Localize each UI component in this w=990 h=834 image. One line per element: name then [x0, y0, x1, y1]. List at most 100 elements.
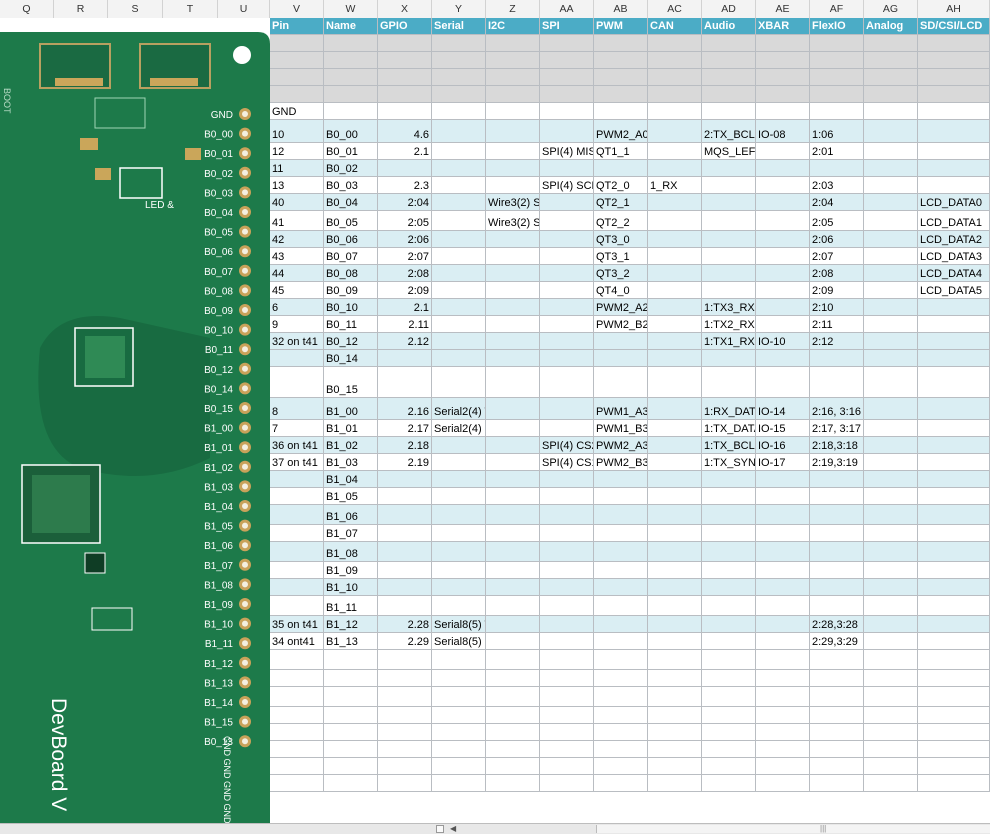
table-cell[interactable]: [486, 505, 540, 525]
table-cell[interactable]: QT2_1: [594, 194, 648, 211]
table-cell[interactable]: [594, 633, 648, 650]
table-cell[interactable]: [864, 52, 918, 69]
table-cell[interactable]: [594, 670, 648, 687]
table-cell[interactable]: [594, 724, 648, 741]
table-cell[interactable]: 2.16: [378, 398, 432, 420]
table-cell[interactable]: 2.28: [378, 616, 432, 633]
table-cell[interactable]: [270, 724, 324, 741]
table-cell[interactable]: 2.29: [378, 633, 432, 650]
table-cell[interactable]: [918, 177, 990, 194]
table-cell[interactable]: [864, 741, 918, 758]
table-cell[interactable]: [864, 525, 918, 542]
table-cell[interactable]: [378, 562, 432, 579]
table-cell[interactable]: [702, 579, 756, 596]
header-cell-analog[interactable]: Analog: [864, 18, 918, 35]
table-cell[interactable]: [540, 596, 594, 616]
table-cell[interactable]: [432, 103, 486, 120]
table-cell[interactable]: [540, 69, 594, 86]
table-cell[interactable]: 2:06: [378, 231, 432, 248]
table-cell[interactable]: [918, 687, 990, 707]
table-cell[interactable]: 1:TX2_RX2: [702, 316, 756, 333]
table-cell[interactable]: 36 on t41: [270, 437, 324, 454]
table-cell[interactable]: [864, 316, 918, 333]
table-cell[interactable]: 2:07: [378, 248, 432, 265]
table-cell[interactable]: [756, 633, 810, 650]
table-cell[interactable]: [810, 367, 864, 398]
table-cell[interactable]: [918, 488, 990, 505]
table-cell[interactable]: [324, 758, 378, 775]
table-cell[interactable]: [540, 231, 594, 248]
table-cell[interactable]: [486, 687, 540, 707]
table-cell[interactable]: [432, 670, 486, 687]
table-cell[interactable]: [270, 758, 324, 775]
table-cell[interactable]: B1_03: [324, 454, 378, 471]
table-cell[interactable]: [864, 420, 918, 437]
table-cell[interactable]: [810, 707, 864, 724]
table-cell[interactable]: B0_06: [324, 231, 378, 248]
table-cell[interactable]: [918, 724, 990, 741]
table-cell[interactable]: [270, 741, 324, 758]
table-cell[interactable]: [918, 707, 990, 724]
table-cell[interactable]: [702, 505, 756, 525]
table-cell[interactable]: B1_13: [324, 633, 378, 650]
table-cell[interactable]: 42: [270, 231, 324, 248]
column-header-ae[interactable]: AE: [756, 0, 810, 18]
table-cell[interactable]: [594, 707, 648, 724]
table-cell[interactable]: [432, 367, 486, 398]
table-cell[interactable]: [918, 758, 990, 775]
table-cell[interactable]: [810, 650, 864, 670]
table-cell[interactable]: [432, 724, 486, 741]
table-cell[interactable]: [864, 367, 918, 398]
table-cell[interactable]: [540, 579, 594, 596]
table-cell[interactable]: [540, 367, 594, 398]
table-cell[interactable]: [756, 775, 810, 792]
table-cell[interactable]: [324, 687, 378, 707]
table-cell[interactable]: [810, 775, 864, 792]
table-cell[interactable]: [864, 120, 918, 143]
table-cell[interactable]: 41: [270, 211, 324, 231]
table-cell[interactable]: [432, 596, 486, 616]
table-cell[interactable]: [648, 316, 702, 333]
table-cell[interactable]: [918, 596, 990, 616]
table-cell[interactable]: 2:05: [378, 211, 432, 231]
table-cell[interactable]: [918, 143, 990, 160]
table-cell[interactable]: PWM2_A0: [594, 120, 648, 143]
table-cell[interactable]: [864, 650, 918, 670]
table-cell[interactable]: [918, 350, 990, 367]
scroll-thumb[interactable]: [436, 825, 444, 833]
table-cell[interactable]: [378, 525, 432, 542]
table-cell[interactable]: [702, 741, 756, 758]
table-cell[interactable]: [486, 160, 540, 177]
table-cell[interactable]: [378, 724, 432, 741]
table-cell[interactable]: [648, 579, 702, 596]
table-cell[interactable]: [540, 542, 594, 562]
table-cell[interactable]: B0_15: [324, 367, 378, 398]
table-cell[interactable]: 40: [270, 194, 324, 211]
table-cell[interactable]: [810, 562, 864, 579]
table-cell[interactable]: GND: [270, 103, 324, 120]
table-cell[interactable]: [324, 670, 378, 687]
table-cell[interactable]: 2:09: [810, 282, 864, 299]
table-cell[interactable]: [648, 525, 702, 542]
table-cell[interactable]: LCD_DATA3: [918, 248, 990, 265]
table-cell[interactable]: [324, 69, 378, 86]
table-cell[interactable]: [702, 525, 756, 542]
header-cell-spi[interactable]: SPI: [540, 18, 594, 35]
table-cell[interactable]: [648, 420, 702, 437]
table-cell[interactable]: [864, 143, 918, 160]
table-cell[interactable]: [864, 398, 918, 420]
table-cell[interactable]: SPI(4) MISO: [540, 143, 594, 160]
table-cell[interactable]: [702, 194, 756, 211]
table-cell[interactable]: [702, 650, 756, 670]
table-cell[interactable]: [648, 562, 702, 579]
table-cell[interactable]: [594, 35, 648, 52]
table-cell[interactable]: B0_00: [324, 120, 378, 143]
table-cell[interactable]: [918, 525, 990, 542]
column-header-u[interactable]: U: [218, 0, 270, 18]
table-cell[interactable]: 2:11: [810, 316, 864, 333]
table-cell[interactable]: LCD_DATA0: [918, 194, 990, 211]
table-cell[interactable]: [702, 542, 756, 562]
table-cell[interactable]: [648, 505, 702, 525]
table-cell[interactable]: [756, 69, 810, 86]
table-cell[interactable]: [324, 35, 378, 52]
